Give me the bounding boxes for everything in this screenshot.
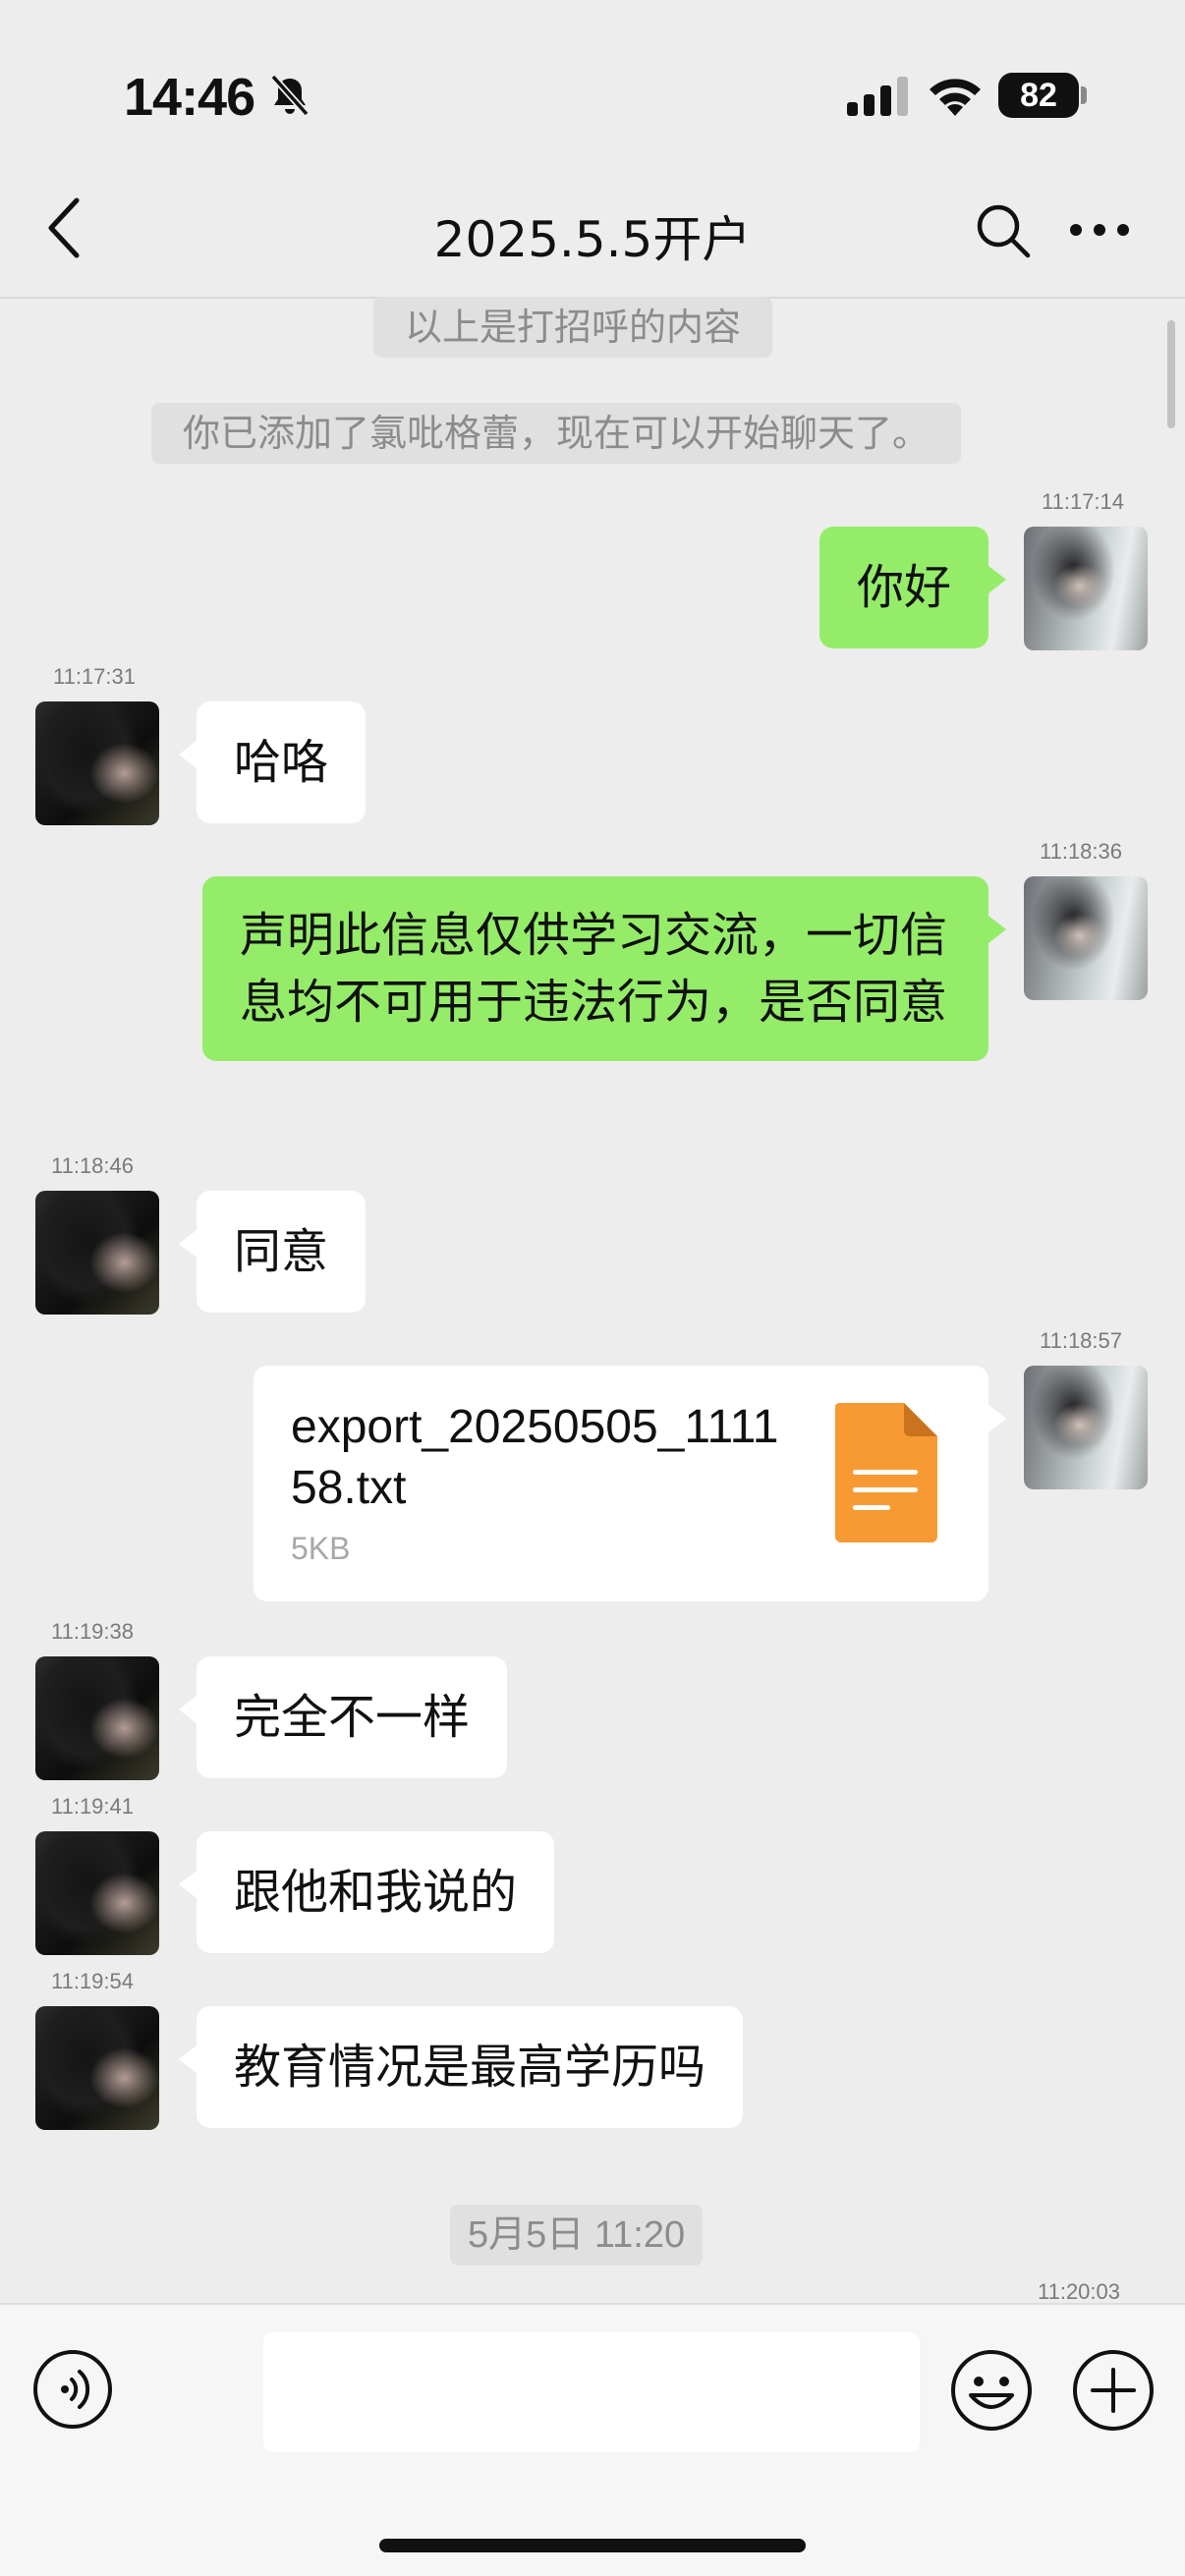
file-size: 5KB: [291, 1531, 351, 1566]
battery-icon: 82: [998, 73, 1079, 118]
message-timestamp: 11:19:54: [51, 1969, 135, 1993]
avatar-contact[interactable]: [35, 1191, 159, 1315]
message-bubble-incoming[interactable]: 哈咯: [178, 701, 367, 823]
document-file-icon: [835, 1403, 937, 1542]
message-timestamp: 11:18:46: [51, 1153, 135, 1178]
avatar-contact[interactable]: [35, 701, 159, 825]
status-time: 14:46: [124, 68, 255, 127]
message-timestamp: 11:19:41: [51, 1794, 135, 1819]
message-bubble-incoming[interactable]: 教育情况是最高学历吗: [178, 2006, 744, 2128]
avatar-self[interactable]: [1024, 527, 1148, 650]
message-bubble-incoming[interactable]: 跟他和我说的: [178, 1831, 555, 1953]
message-bubble-outgoing[interactable]: 你好: [818, 527, 1007, 648]
system-message-greeting: 以上是打招呼的内容: [373, 297, 773, 358]
voice-icon[interactable]: [31, 2348, 114, 2431]
avatar-contact[interactable]: [35, 1656, 159, 1780]
nav-bar: 2025.5.5开户: [0, 167, 1185, 299]
message-input[interactable]: [263, 2332, 920, 2452]
message-bubble-incoming[interactable]: 完全不一样: [178, 1656, 508, 1778]
emoji-icon[interactable]: [949, 2348, 1034, 2433]
file-message[interactable]: export_20250505_111158.txt 5KB: [254, 1366, 1006, 1601]
message-bubble-incoming[interactable]: 同意: [178, 1191, 367, 1313]
status-bar: 14:46 82: [0, 0, 1185, 187]
message-bubble-outgoing[interactable]: 声明此信息仅供学习交流，一切信息均不可用于违法行为，是否同意: [202, 876, 1006, 1061]
date-divider: 5月5日 11:20: [450, 2205, 704, 2266]
chat-scroll-area[interactable]: 以上是打招呼的内容 你已添加了氯吡格蕾，现在可以开始聊天了。 11:17:14 …: [0, 297, 1185, 2304]
avatar-self[interactable]: [1024, 876, 1148, 1000]
home-indicator[interactable]: [379, 2539, 806, 2552]
signal-icon: [847, 77, 908, 116]
avatar-contact[interactable]: [35, 1831, 159, 1955]
system-message-friend-added: 你已添加了氯吡格蕾，现在可以开始聊天了。: [151, 403, 962, 464]
message-timestamp: 11:19:38: [51, 1619, 135, 1644]
message-timestamp: 11:18:57: [1040, 1328, 1123, 1353]
input-bar: [0, 2303, 1185, 2576]
search-icon[interactable]: [975, 202, 1032, 259]
more-icon[interactable]: [1069, 218, 1130, 242]
message-timestamp: 11:17:14: [1042, 489, 1125, 514]
bell-off-icon: [270, 74, 310, 117]
file-name: export_20250505_111158.txt: [291, 1401, 779, 1514]
wifi-icon: [930, 79, 981, 116]
message-timestamp: 11:18:36: [1040, 839, 1123, 864]
scrollbar[interactable]: [1167, 320, 1175, 428]
message-timestamp: 11:20:03: [1038, 2279, 1121, 2304]
message-timestamp: 11:17:31: [53, 664, 137, 689]
avatar-self[interactable]: [1024, 1366, 1148, 1489]
plus-icon[interactable]: [1071, 2348, 1156, 2433]
avatar-contact[interactable]: [35, 2006, 159, 2130]
battery-cap: [1081, 86, 1087, 104]
